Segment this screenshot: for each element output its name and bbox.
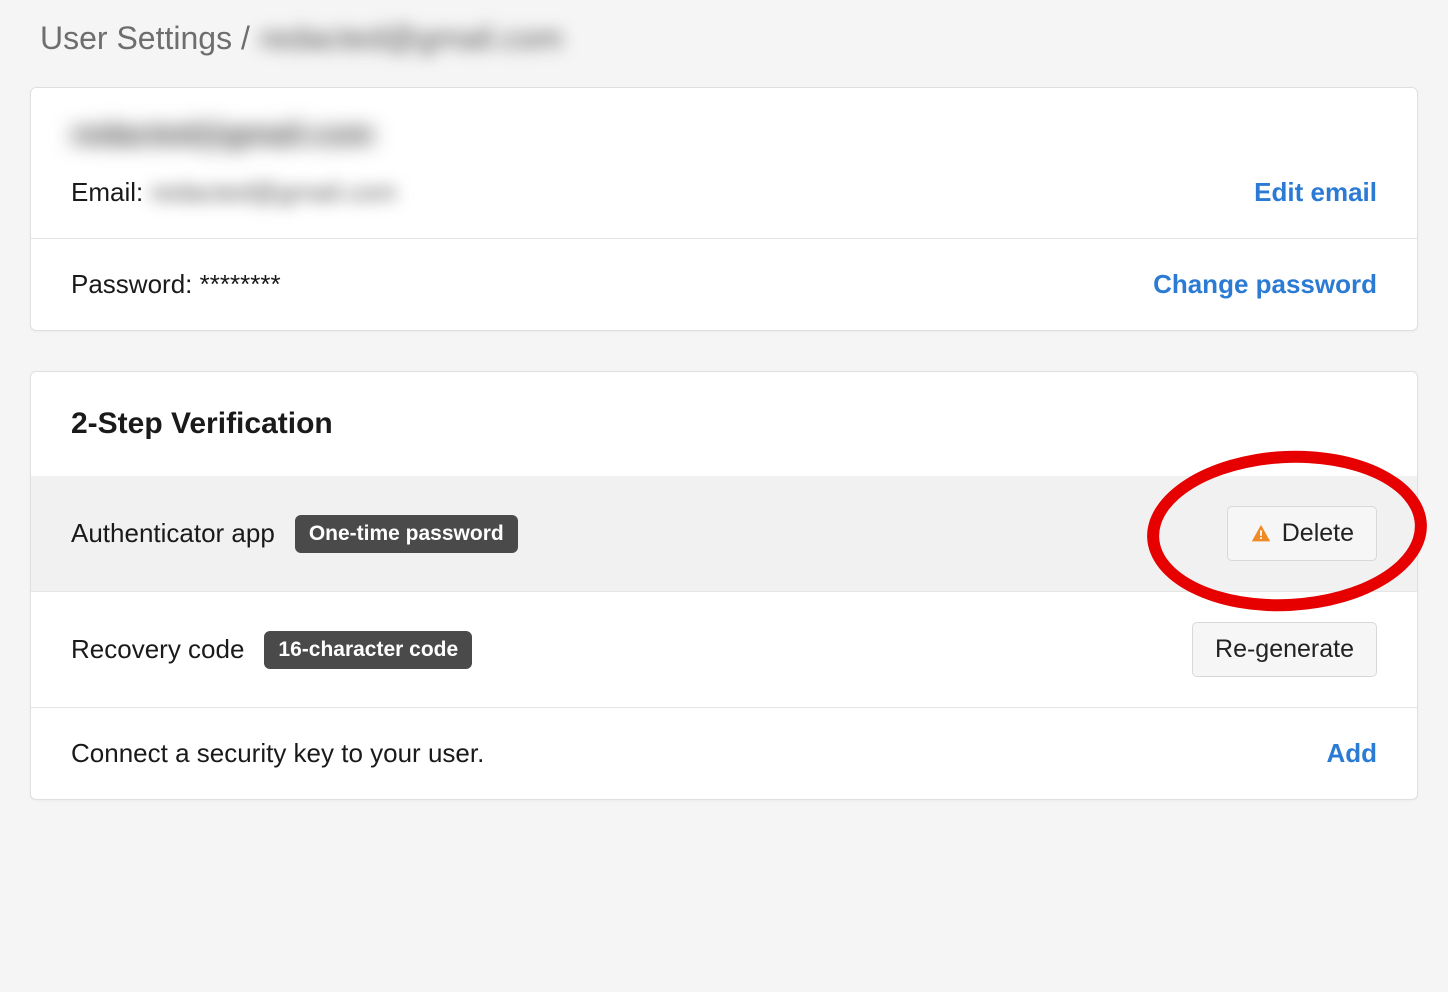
authenticator-row: Authenticator app One-time password Dele… [31, 476, 1417, 591]
email-label-group: Email: redacted@gmail.com [71, 177, 397, 208]
password-label-group: Password: ******** [71, 269, 281, 300]
delete-authenticator-button[interactable]: Delete [1227, 506, 1377, 561]
regenerate-button[interactable]: Re-generate [1192, 622, 1377, 677]
authenticator-badge: One-time password [295, 515, 518, 553]
add-security-key-link[interactable]: Add [1326, 738, 1377, 769]
authenticator-left: Authenticator app One-time password [71, 515, 518, 553]
password-row: Password: ******** Change password [31, 238, 1417, 330]
settings-page: User Settings / redacted@gmail.com redac… [0, 0, 1448, 860]
email-row: Email: redacted@gmail.com Edit email [31, 172, 1417, 238]
breadcrumb-user-email: redacted@gmail.com [260, 20, 563, 57]
recovery-row: Recovery code 16-character code Re-gener… [31, 591, 1417, 707]
breadcrumb-prefix: User Settings / [40, 20, 250, 57]
account-username: redacted@gmail.com [71, 118, 1377, 152]
password-value: ******** [200, 269, 281, 299]
authenticator-label: Authenticator app [71, 518, 275, 549]
regenerate-button-label: Re-generate [1215, 635, 1354, 664]
two-step-card: 2-Step Verification Authenticator app On… [30, 371, 1418, 800]
delete-button-label: Delete [1282, 519, 1354, 548]
authenticator-row-wrapper: Authenticator app One-time password Dele… [31, 476, 1417, 591]
recovery-left: Recovery code 16-character code [71, 631, 472, 669]
security-key-row: Connect a security key to your user. Add [31, 707, 1417, 799]
account-card: redacted@gmail.com Email: redacted@gmail… [30, 87, 1418, 331]
recovery-badge: 16-character code [264, 631, 472, 669]
email-label: Email: [71, 177, 143, 207]
password-label: Password: [71, 269, 192, 299]
email-value: redacted@gmail.com [150, 177, 396, 207]
security-key-text: Connect a security key to your user. [71, 738, 484, 769]
recovery-label: Recovery code [71, 634, 244, 665]
edit-email-link[interactable]: Edit email [1254, 177, 1377, 208]
breadcrumb: User Settings / redacted@gmail.com [30, 20, 1418, 57]
change-password-link[interactable]: Change password [1153, 269, 1377, 300]
account-header: redacted@gmail.com [31, 88, 1417, 172]
warning-icon [1250, 523, 1272, 545]
two-step-title: 2-Step Verification [31, 372, 1417, 476]
